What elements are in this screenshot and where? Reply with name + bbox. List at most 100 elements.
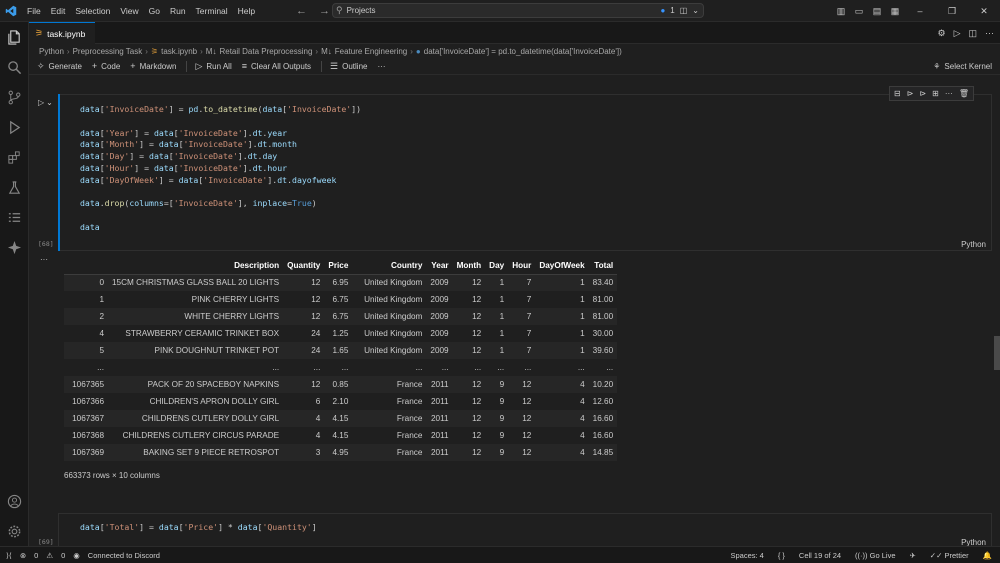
table-cell: 12 — [508, 376, 536, 393]
notebook-file-icon: ⚞ — [35, 28, 44, 38]
explorer-icon[interactable] — [0, 22, 29, 52]
menu-selection[interactable]: Selection — [70, 0, 115, 22]
table-cell: 12 — [452, 393, 486, 410]
menu-terminal[interactable]: Terminal — [191, 0, 233, 22]
table-cell: 2011 — [426, 376, 453, 393]
menu-run[interactable]: Run — [165, 0, 191, 22]
add-code-cell-button[interactable]: + Code — [92, 61, 120, 71]
select-kernel-button[interactable]: ⚘ Select Kernel — [933, 62, 992, 71]
more-actions-icon[interactable]: ··· — [985, 28, 994, 38]
scrollbar-thumb[interactable] — [994, 336, 1000, 370]
table-cell: 7 — [508, 274, 536, 291]
close-icon[interactable]: ✕ — [968, 6, 1000, 17]
table-cell: 24 — [283, 325, 325, 342]
run-cell-button[interactable]: ▷ ⌄ — [38, 98, 53, 107]
output-actions-icon[interactable]: ··· — [40, 255, 48, 264]
discord-status[interactable]: Connected to Discord — [88, 551, 160, 560]
errors-icon[interactable]: ⊗ — [20, 551, 26, 560]
table-cell: France — [352, 393, 427, 410]
cell-toolbar: ⊟ ⊳ ⊳ ⊞ ··· 🗑 — [889, 86, 974, 101]
breadcrumb-preprocessing-task[interactable]: Preprocessing Task — [73, 47, 143, 56]
table-row: 1067366 CHILDREN'S APRON DOLLY GIRL 6 2.10 F… — [64, 393, 618, 410]
table-cell: ... — [588, 359, 618, 376]
table-cell: 9 — [485, 427, 509, 444]
table-cell: 6 — [283, 393, 325, 410]
notebook-toolbar: ✧ Generate + Code + Markdown ▷ Run All ≡ Clea… — [29, 58, 1000, 75]
toggle-sidebar-icon[interactable]: ▥ — [832, 6, 850, 17]
chevron-down-icon[interactable]: ⌄ — [692, 6, 699, 15]
run-icon[interactable]: ▷ — [954, 28, 961, 39]
run-cell-icon: ▷ — [38, 98, 45, 107]
restore-icon[interactable]: ❐ — [936, 6, 968, 17]
minimize-icon[interactable]: – — [904, 6, 936, 16]
command-center-search[interactable]: ⚲ Projects ● 1 ◫ ⌄ — [332, 3, 704, 18]
breadcrumb: Python › Preprocessing Task › ⚞ task.ipy… — [29, 44, 1000, 58]
search-text: Projects — [346, 6, 376, 15]
chat-icon[interactable]: ◫ — [680, 6, 688, 15]
toggle-secondary-sidebar-icon[interactable]: ▤ — [868, 6, 886, 17]
table-cell: 12 — [283, 291, 325, 308]
python-icon: ● — [415, 46, 421, 56]
execute-above-icon[interactable]: ⊟ — [894, 89, 901, 98]
run-below-icon[interactable]: ⊳ — [919, 89, 926, 98]
cell-language[interactable]: Python — [961, 240, 986, 249]
menu-edit[interactable]: Edit — [46, 0, 71, 22]
copilot-icon[interactable]: ✈ — [910, 551, 916, 560]
extensions-icon[interactable] — [0, 142, 29, 172]
warning-icon[interactable]: ⚠ — [46, 551, 53, 560]
language-braces[interactable]: { } — [778, 551, 785, 560]
menu-view[interactable]: View — [115, 0, 143, 22]
generate-button[interactable]: ✧ Generate — [37, 61, 82, 72]
execution-count: [69] — [38, 538, 54, 546]
breadcrumb-python[interactable]: Python — [39, 47, 64, 56]
cell-code-editor[interactable]: data['Total'] = data['Price'] * data['Qu… — [80, 522, 317, 532]
forward-arrow-icon[interactable]: → — [319, 5, 330, 17]
row-index: 1067369 — [64, 444, 108, 461]
run-debug-icon[interactable] — [0, 112, 29, 142]
menu-file[interactable]: File — [22, 0, 46, 22]
more-toolbar-button[interactable]: ··· — [377, 62, 385, 71]
tab-task-ipynb[interactable]: ⚞ task.ipynb — [29, 22, 95, 44]
source-control-icon[interactable] — [0, 82, 29, 112]
add-markdown-cell-button[interactable]: + Markdown — [130, 61, 176, 71]
table-cell: BAKING SET 9 PIECE RETROSPOT — [108, 444, 284, 461]
column-header: Country — [352, 258, 427, 275]
go-live-button[interactable]: ((·)) Go Live — [855, 551, 895, 560]
table-row: 1067369 BAKING SET 9 PIECE RETROSPOT 3 4.95… — [64, 444, 618, 461]
cell-position[interactable]: Cell 19 of 24 — [799, 551, 841, 560]
clear-all-outputs-button[interactable]: ≡ Clear All Outputs — [242, 61, 311, 71]
menu-go[interactable]: Go — [144, 0, 165, 22]
menu-help[interactable]: Help — [233, 0, 260, 22]
back-arrow-icon[interactable]: ← — [296, 5, 307, 17]
run-all-button[interactable]: ▷ Run All — [195, 61, 231, 72]
breadcrumb-task-ipynb[interactable]: task.ipynb — [161, 47, 197, 56]
table-cell: France — [352, 376, 427, 393]
table-cell: 1.25 — [324, 325, 353, 342]
notifications-bell-icon[interactable]: 🔔 — [983, 551, 992, 560]
gear-icon[interactable]: ⚙ — [937, 28, 945, 39]
table-row: 1067365 PACK OF 20 SPACEBOY NAPKINS 12 0.85… — [64, 376, 618, 393]
breadcrumb-cell-code[interactable]: data['InvoiceDate'] = pd.to_datetime(dat… — [424, 47, 622, 56]
prettier-button[interactable]: ✓✓ Prettier — [930, 551, 969, 560]
more-cell-actions-icon[interactable]: ··· — [945, 89, 953, 98]
split-cell-icon[interactable]: ⊞ — [932, 89, 939, 98]
breadcrumb-retail-data[interactable]: Retail Data Preprocessing — [219, 47, 312, 56]
delete-cell-icon[interactable]: 🗑 — [959, 89, 969, 98]
indentation-status[interactable]: Spaces: 4 — [730, 551, 763, 560]
testing-icon[interactable] — [0, 172, 29, 202]
execute-below-icon[interactable]: ⊳ — [907, 89, 914, 98]
breadcrumb-feature-engineering[interactable]: Feature Engineering — [335, 47, 408, 56]
customize-layout-icon[interactable]: ▦ — [886, 6, 904, 17]
table-cell: 12 — [452, 291, 486, 308]
cell-code-editor[interactable]: data['InvoiceDate'] = pd.to_datetime(dat… — [80, 104, 361, 234]
search-icon[interactable] — [0, 52, 29, 82]
list-icon[interactable] — [0, 202, 29, 232]
table-row: 2 WHITE CHERRY LIGHTS 12 6.75 United Kingdom… — [64, 308, 618, 325]
copilot-sparkle-icon[interactable] — [0, 232, 29, 262]
remote-icon[interactable]: ⟩⟨ — [6, 551, 12, 560]
toggle-panel-icon[interactable]: ▭ — [850, 6, 868, 17]
split-editor-icon[interactable]: ◫ — [968, 28, 977, 39]
settings-gear-icon[interactable] — [0, 516, 29, 546]
outline-button[interactable]: ☰ Outline — [330, 61, 367, 72]
account-icon[interactable] — [0, 486, 29, 516]
